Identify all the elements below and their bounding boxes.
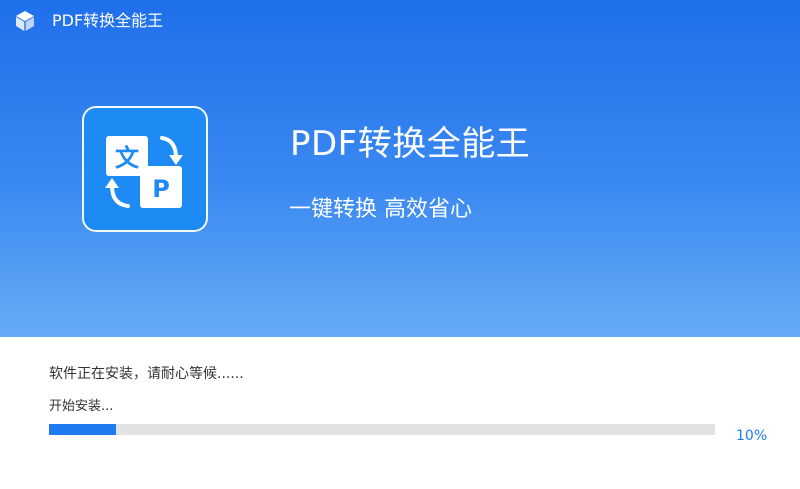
hero-subtitle: 一键转换 高效省心 <box>289 197 472 222</box>
progress-percent: 10% <box>736 428 768 444</box>
hero-title: PDF转换全能王 <box>290 124 531 164</box>
install-status-text: 软件正在安装，请耐心等候...... <box>49 366 244 382</box>
progress-fill <box>49 424 116 435</box>
cube-icon <box>13 9 37 33</box>
text-glyph: 文 <box>115 144 140 172</box>
title-bar[interactable]: PDF转换全能王 <box>0 0 800 44</box>
document-convert-icon: 文 P <box>105 136 183 208</box>
header-banner: PDF转换全能王 文 P PDF转换全能王 一键转换 高效省心 <box>0 0 800 337</box>
progress-bar <box>49 424 715 435</box>
pdf-glyph: P <box>152 175 170 203</box>
window-title: PDF转换全能王 <box>52 11 164 30</box>
app-logo: 文 P <box>82 106 208 232</box>
install-step-text: 开始安装... <box>49 399 114 414</box>
